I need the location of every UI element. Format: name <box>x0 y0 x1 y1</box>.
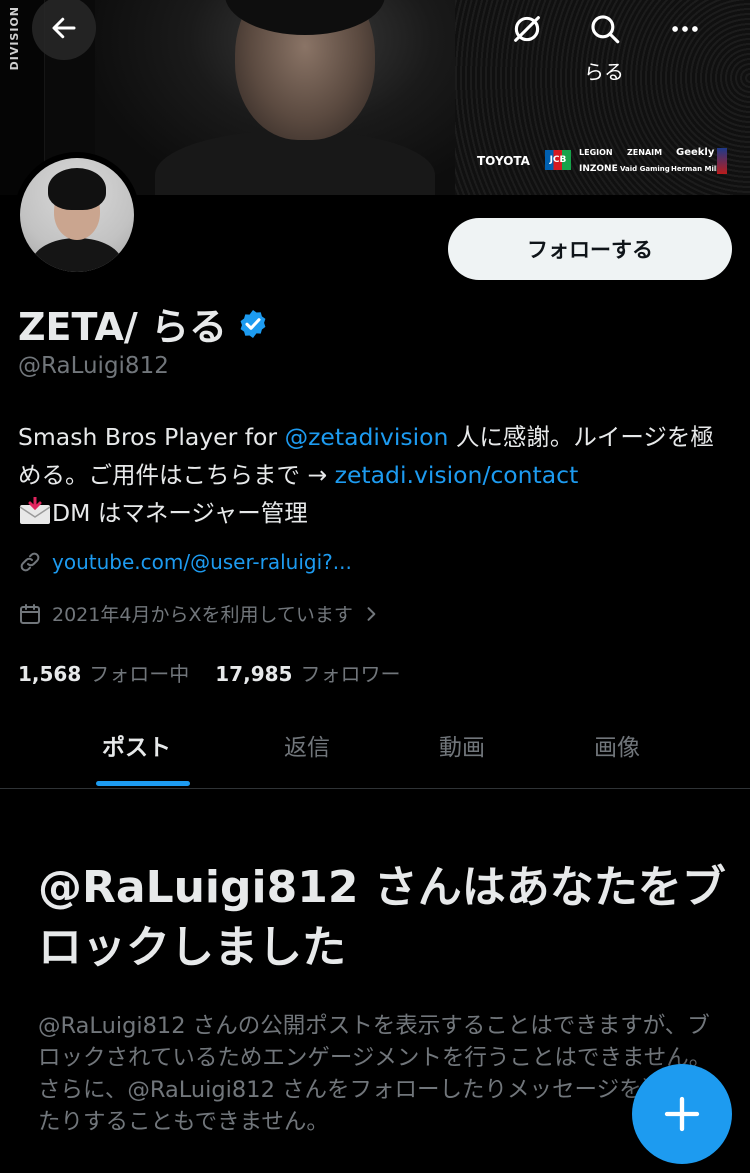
joined-date-row[interactable]: 2021年4月からXを利用しています <box>18 600 381 627</box>
joined-date-text: 2021年4月からXを利用しています <box>52 604 353 626</box>
display-name: ZETA/ らる <box>18 296 269 351</box>
profile-tabs: ポスト 返信 動画 画像 <box>0 712 750 788</box>
followers-link[interactable]: 17,985 フォロワー <box>215 658 400 687</box>
search-icon <box>591 15 620 44</box>
blocked-title: @RaLuigi812 さんはあなたをブロックしました <box>38 862 726 973</box>
bio-mention-link[interactable]: @zetadivision <box>285 423 449 451</box>
tab-replies[interactable]: 返信 <box>284 728 330 762</box>
following-link[interactable]: 1,568 フォロー中 <box>18 658 189 687</box>
profile-url-link[interactable]: youtube.com/@user-raluigi?... <box>52 550 352 574</box>
tab-posts[interactable]: ポスト <box>102 728 171 762</box>
profile-handle: @RaLuigi812 <box>18 353 169 379</box>
sponsor-jcb: JCB <box>545 150 571 170</box>
avatar[interactable] <box>20 158 134 272</box>
profile-bio: Smash Bros Player for @zetadivision 人に感謝… <box>18 418 734 532</box>
sponsor-vaid: Vaid Gaming <box>620 165 670 173</box>
divider <box>0 788 750 789</box>
search-caption: らる <box>584 60 624 84</box>
sponsor-toyota: TOYOTA <box>477 154 530 168</box>
envelope-arrow-icon <box>18 495 52 524</box>
muted-indicator-button[interactable] <box>502 4 552 54</box>
link-icon <box>20 552 40 572</box>
chevron-right-icon <box>367 606 376 621</box>
follow-button[interactable]: フォローする <box>448 218 732 280</box>
followers-label: フォロワー <box>300 662 401 686</box>
profile-url-row[interactable]: youtube.com/@user-raluigi?... <box>18 550 352 574</box>
compose-post-button[interactable] <box>632 1064 732 1164</box>
bio-text: DM はマネージャー管理 <box>52 499 308 527</box>
display-name-text: ZETA/ らる <box>18 305 228 349</box>
mute-slash-icon <box>514 16 540 42</box>
more-dots-icon <box>672 26 698 32</box>
sponsor-zenaim: ZENAIM <box>627 148 663 157</box>
sponsor-inzone: INZONE <box>579 164 618 174</box>
sponsor-logos: TOYOTA JCB LEGION ZENAIM Geekly INZONE V… <box>475 146 745 186</box>
banner-photo <box>95 0 455 195</box>
more-options-button[interactable] <box>660 4 710 54</box>
follow-counts: 1,568 フォロー中 17,985 フォロワー <box>18 658 400 687</box>
arrow-left-icon <box>52 17 76 39</box>
active-tab-indicator <box>96 781 190 786</box>
sponsor-redbull-logo <box>717 148 727 174</box>
following-label: フォロー中 <box>89 662 190 686</box>
blocked-description: @RaLuigi812 さんの公開ポストを表示することはできますが、ブロックされ… <box>38 1013 712 1135</box>
following-count: 1,568 <box>18 662 82 686</box>
plus-icon <box>664 1096 700 1132</box>
bio-text: Smash Bros Player for <box>18 423 285 451</box>
search-button[interactable] <box>580 4 630 54</box>
tab-videos[interactable]: 動画 <box>439 728 485 762</box>
banner-brand-text: DIVISION <box>8 6 21 71</box>
sponsor-lenovo: LEGION <box>579 148 613 157</box>
sponsor-geekly: Geekly <box>676 147 715 158</box>
followers-count: 17,985 <box>215 662 293 686</box>
calendar-icon <box>20 603 40 624</box>
bio-contact-link[interactable]: zetadi.vision/contact <box>335 461 579 489</box>
tab-images[interactable]: 画像 <box>594 728 640 762</box>
verified-badge-icon[interactable] <box>237 308 269 340</box>
